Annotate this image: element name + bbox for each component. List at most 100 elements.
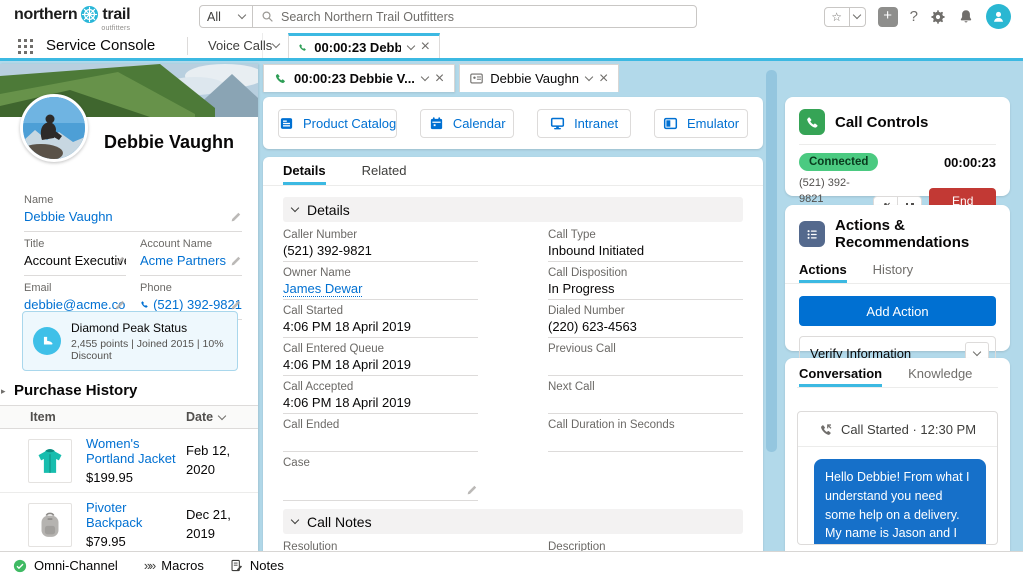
- table-row[interactable]: Women's Portland Jacket $199.95 Feb 12, …: [0, 429, 258, 493]
- favorites-control[interactable]: ☆: [823, 6, 866, 27]
- edit-pencil-icon[interactable]: [230, 255, 242, 267]
- loyalty-status-card: Diamond Peak Status 2,455 points | Joine…: [22, 311, 238, 371]
- tab-menu-chevron-icon[interactable]: [406, 41, 415, 50]
- tab-conversation[interactable]: Conversation: [799, 366, 883, 387]
- product-price: $199.95: [86, 470, 133, 485]
- email-link[interactable]: debbie@acme.com: [24, 297, 126, 312]
- emulator-button[interactable]: Emulator: [654, 108, 748, 138]
- macros-button[interactable]: »» Macros: [144, 558, 204, 573]
- favorites-dropdown[interactable]: [849, 6, 866, 27]
- owner-link[interactable]: James Dewar: [283, 281, 363, 297]
- product-link[interactable]: Women's Portland Jacket: [86, 436, 176, 466]
- global-actions-add-icon[interactable]: +: [877, 6, 898, 27]
- field-account-name: Account Name Acme Partners: [140, 232, 242, 276]
- workspace-tab-active[interactable]: 00:00:23 Debbie V... ×: [288, 33, 440, 58]
- subtab-contact[interactable]: Debbie Vaughn ×: [459, 64, 620, 92]
- macros-icon: »»: [143, 558, 157, 573]
- voice-call-record-card: Details Related Details Caller Number (52…: [263, 157, 763, 551]
- tab-actions[interactable]: Actions: [799, 262, 847, 283]
- global-search-input[interactable]: [281, 9, 688, 24]
- field-next-call: Next Call: [548, 376, 743, 414]
- notes-icon: [231, 559, 242, 572]
- subtab-close-icon[interactable]: ×: [599, 70, 608, 87]
- emulator-icon: [663, 117, 678, 129]
- edit-pencil-icon[interactable]: [230, 211, 242, 223]
- logo-word-northern: northern: [14, 5, 78, 23]
- purchase-history-table: Item Date Women's Portland Jacket $199.9…: [0, 405, 258, 557]
- subtab-menu-chevron-icon[interactable]: [584, 72, 594, 82]
- tab-close-icon[interactable]: ×: [421, 39, 430, 55]
- contact-name-link[interactable]: Debbie Vaughn: [24, 209, 113, 224]
- global-search[interactable]: [252, 5, 697, 28]
- status-title: Diamond Peak Status: [71, 321, 188, 335]
- notifications-bell-icon[interactable]: [958, 9, 974, 25]
- section-header-details[interactable]: Details: [283, 197, 743, 222]
- call-timer: 00:00:23: [943, 154, 996, 170]
- tab-related[interactable]: Related: [362, 163, 407, 185]
- column-date[interactable]: Date: [186, 410, 258, 424]
- logo-compass-icon: [80, 5, 99, 24]
- search-scope-value: All: [207, 9, 221, 24]
- field-call-ended: Call Ended: [283, 414, 478, 452]
- section-header-call-notes[interactable]: Call Notes: [283, 509, 743, 534]
- edit-pencil-icon[interactable]: [114, 255, 126, 267]
- table-row[interactable]: Pivoter Backpack $79.95 Dec 21, 2019: [0, 493, 258, 557]
- edit-pencil-icon[interactable]: [230, 299, 242, 311]
- app-launcher-icon[interactable]: [18, 39, 33, 54]
- field-title: Title Account Executive: [24, 232, 126, 276]
- calendar-icon: [430, 116, 442, 129]
- nav-item-dropdown[interactable]: [262, 33, 288, 58]
- product-image-jacket: [28, 438, 72, 483]
- panel-collapse-arrow-icon[interactable]: ▸: [1, 386, 6, 397]
- chat-message-agent: Hello Debbie! From what I understand you…: [814, 459, 986, 544]
- tab-details[interactable]: Details: [283, 163, 326, 185]
- setup-gear-icon[interactable]: [930, 9, 946, 25]
- app-name[interactable]: Service Console: [46, 37, 155, 54]
- phone-link[interactable]: (521) 392-9821: [153, 297, 242, 312]
- actions-recommendations-card: Actions & Recommendations Actions Histor…: [785, 205, 1010, 370]
- tab-history[interactable]: History: [873, 262, 913, 283]
- scrollbar-thumb[interactable]: [766, 70, 777, 452]
- purchase-history-title: Purchase History: [14, 382, 138, 399]
- status-detail: 2,455 points | Joined 2015 | 10% Discoun…: [71, 338, 224, 362]
- field-caller-number: Caller Number (521) 392-9821: [283, 224, 478, 262]
- logo-sub-outfitters: outfitters: [101, 24, 131, 32]
- add-action-button[interactable]: Add Action: [799, 296, 996, 326]
- desktop-icon: [550, 117, 565, 129]
- product-link[interactable]: Pivoter Backpack: [86, 500, 142, 530]
- subtab-voice-call[interactable]: 00:00:23 Debbie V... ×: [263, 64, 456, 92]
- notes-button[interactable]: Notes: [230, 558, 284, 573]
- contact-card-icon: [470, 73, 484, 84]
- contact-avatar[interactable]: [20, 94, 88, 162]
- phone-icon: [299, 43, 306, 51]
- favorites-star-icon[interactable]: ☆: [823, 6, 850, 27]
- edit-pencil-icon[interactable]: [466, 484, 478, 496]
- status-badge: Connected: [799, 153, 879, 171]
- intranet-button[interactable]: Intranet: [537, 108, 632, 138]
- contact-fields: Name Debbie Vaughn Title Account Executi…: [0, 188, 258, 320]
- call-controls-title: Call Controls: [835, 113, 929, 131]
- search-scope-selector[interactable]: All: [199, 5, 253, 28]
- account-link[interactable]: Acme Partners: [140, 253, 226, 268]
- calendar-button[interactable]: Calendar: [420, 108, 515, 138]
- omni-channel-button[interactable]: Omni-Channel: [13, 558, 118, 573]
- column-item[interactable]: Item: [0, 410, 186, 424]
- user-avatar[interactable]: [986, 4, 1011, 29]
- quick-launch-card: Product Catalog Calendar Intranet Emulat…: [263, 97, 763, 149]
- product-catalog-button[interactable]: Product Catalog: [278, 108, 398, 138]
- workspace-scrollbar[interactable]: [766, 64, 777, 551]
- subtab-close-icon[interactable]: ×: [435, 70, 444, 87]
- tab-knowledge[interactable]: Knowledge: [908, 366, 972, 387]
- actions-title: Actions & Recommendations: [835, 217, 970, 251]
- workspace-tab-label: 00:00:23 Debbie V...: [314, 39, 401, 55]
- product-image-backpack: [28, 502, 72, 547]
- edit-pencil-icon[interactable]: [114, 299, 126, 311]
- field-call-duration: Call Duration in Seconds: [548, 414, 743, 452]
- subtab-menu-chevron-icon[interactable]: [420, 72, 430, 82]
- company-logo: northern trail outfitters: [14, 5, 131, 32]
- section-collapse-chevron-icon: [290, 515, 300, 525]
- help-icon[interactable]: ?: [910, 8, 918, 25]
- logo-word-trail: trail outfitters: [101, 5, 131, 32]
- call-notes-grid: Resolution Description: [283, 536, 743, 551]
- call-phone-icon: [799, 109, 825, 135]
